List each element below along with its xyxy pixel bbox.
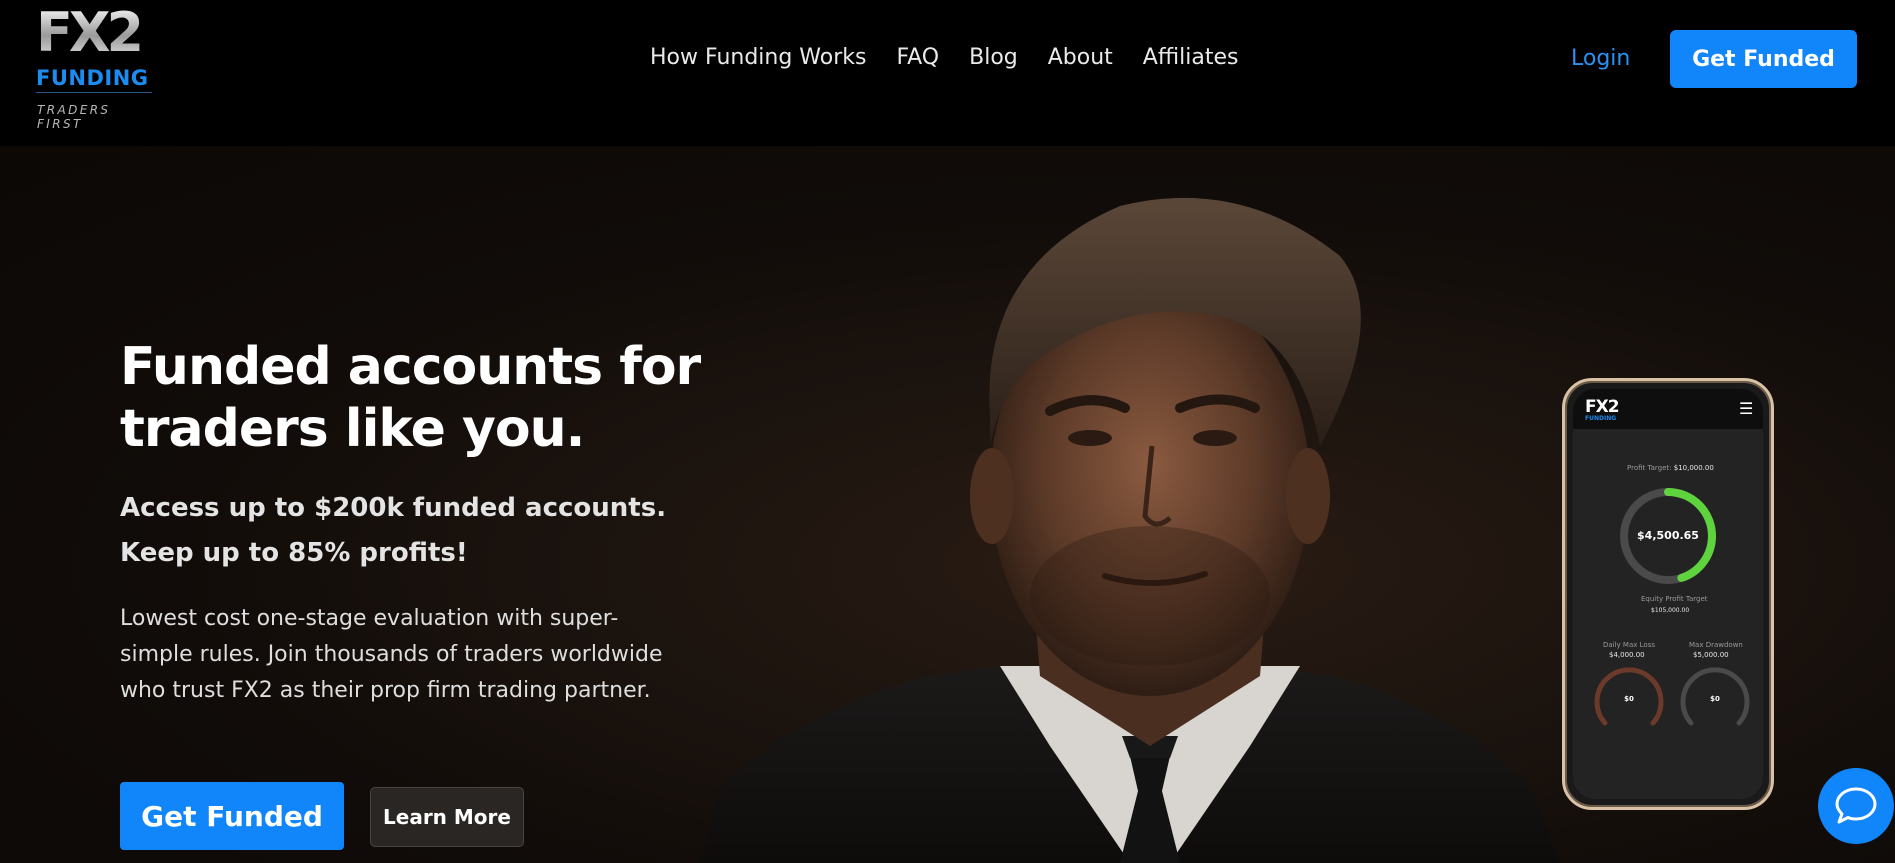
hero-portrait-image (700, 197, 1560, 863)
hero-subheadline-line-1: Access up to $200k funded accounts. (120, 493, 667, 523)
equity-value: $4,500.65 (1637, 529, 1699, 542)
nav-faq[interactable]: FAQ (896, 44, 939, 74)
logo-tagline: TRADERS FIRST (37, 103, 111, 131)
logo-subword: FUNDING (36, 66, 152, 93)
site-header: FX2 FUNDING TRADERS FIRST How Funding Wo… (0, 0, 1895, 146)
logo-wordmark: FX2 (36, 1, 144, 64)
phone-screen: FX2 FUNDING ☰ Profit Target: $10,000.00 … (1573, 389, 1763, 799)
profit-target-row: Profit Target: $10,000.00 (1627, 464, 1714, 472)
get-funded-hero-button[interactable]: Get Funded (120, 782, 344, 850)
equity-label: Equity Profit Target (1641, 595, 1708, 603)
main-nav: How Funding Works FAQ Blog About Affilia… (650, 44, 1268, 74)
fx2-logo[interactable]: FX2 FUNDING TRADERS FIRST (36, 1, 156, 131)
login-link[interactable]: Login (1571, 45, 1630, 73)
hamburger-icon: ☰ (1739, 399, 1754, 418)
hero-section: Funded accounts for traders like you. Ac… (0, 146, 1895, 863)
learn-more-button[interactable]: Learn More (370, 787, 524, 847)
daily-loss-gauge-value: $0 (1624, 695, 1634, 703)
hero-headline: Funded accounts for traders like you. (120, 337, 701, 459)
profit-target-value: $10,000.00 (1673, 464, 1714, 472)
drawdown-gauge-value: $0 (1710, 695, 1720, 703)
phone-app-header: FX2 FUNDING ☰ (1573, 389, 1763, 429)
hero-subheadline-line-2: Keep up to 85% profits! (120, 538, 468, 568)
nav-about[interactable]: About (1048, 44, 1113, 74)
nav-how-funding-works[interactable]: How Funding Works (650, 44, 866, 74)
profit-target-label: Profit Target: (1627, 464, 1672, 472)
daily-max-loss-value: $4,000.00 (1609, 651, 1645, 659)
chat-launcher-button[interactable] (1818, 768, 1894, 844)
phone-mockup: FX2 FUNDING ☰ Profit Target: $10,000.00 … (1562, 378, 1774, 810)
phone-app-logo-sub: FUNDING (1585, 415, 1617, 422)
daily-max-loss-label: Daily Max Loss (1603, 641, 1655, 649)
get-funded-header-button[interactable]: Get Funded (1670, 30, 1857, 88)
hero-description: Lowest cost one-stage evaluation with su… (120, 606, 663, 703)
nav-blog[interactable]: Blog (969, 44, 1018, 74)
chat-bubble-icon (1835, 787, 1877, 824)
max-drawdown-label: Max Drawdown (1689, 641, 1743, 649)
phone-app-logo: FX2 (1585, 397, 1620, 417)
max-drawdown-value: $5,000.00 (1693, 651, 1729, 659)
hero-subheadline: Access up to $200k funded accounts. Keep… (120, 486, 740, 576)
nav-affiliates[interactable]: Affiliates (1143, 44, 1239, 74)
equity-target-value: $105,000.00 (1651, 607, 1690, 614)
